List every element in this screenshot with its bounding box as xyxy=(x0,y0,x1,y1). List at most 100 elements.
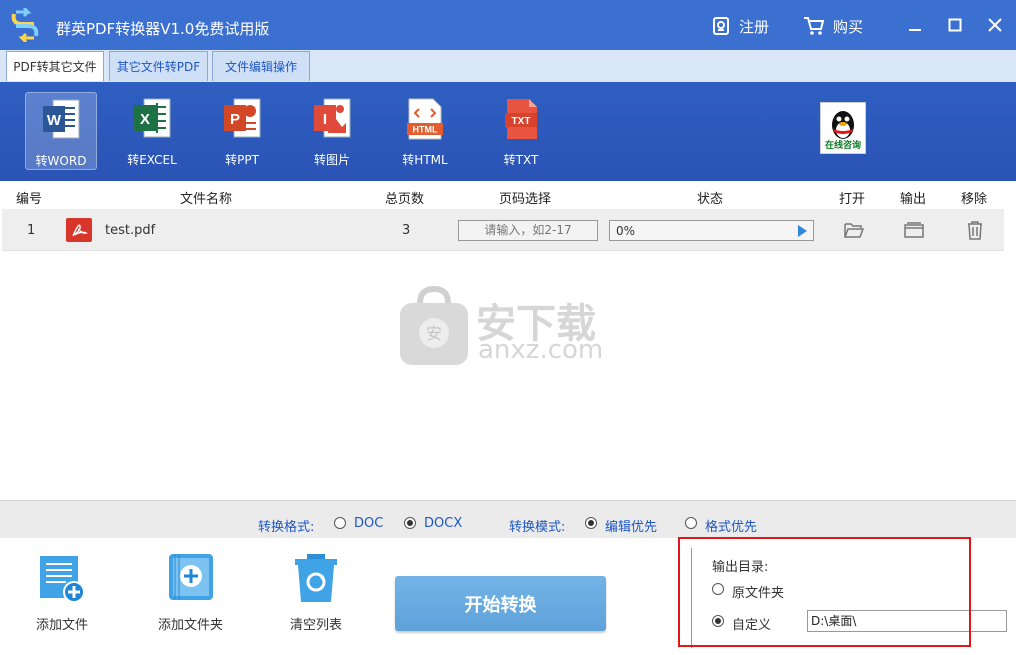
watermark-shield-icon: 安 xyxy=(400,285,468,365)
register-label: 注册 xyxy=(739,17,770,36)
output-original-folder-label[interactable]: 原文件夹 xyxy=(732,582,784,601)
format-doc-label[interactable]: DOC xyxy=(354,516,383,531)
format-doc-radio[interactable] xyxy=(334,517,346,529)
to-ppt-button[interactable]: P 转PPT xyxy=(206,92,278,170)
header-remove: 移除 xyxy=(961,192,988,207)
pdf-file-icon xyxy=(66,218,92,242)
output-original-folder-radio[interactable] xyxy=(712,583,724,595)
tab-file-edit[interactable]: 文件编辑操作 xyxy=(212,51,310,81)
mode-edit-first-radio[interactable] xyxy=(585,517,597,529)
tab-pdf-to-other[interactable]: PDF转其它文件 xyxy=(6,51,104,81)
bottom-panel: 添加文件 添加文件夹 清空列表 开始转换 输出目录: 原文件夹 自定义 D:\桌… xyxy=(0,538,1016,655)
app-title: 群英PDF转换器V1.0免费试用版 xyxy=(56,20,270,38)
register-icon xyxy=(713,17,729,35)
header-index: 编号 xyxy=(16,192,43,207)
to-txt-label: 转TXT xyxy=(503,153,539,167)
cart-icon xyxy=(804,17,825,35)
watermark: 安 安下载 anxz.com xyxy=(398,285,618,367)
minimize-button[interactable] xyxy=(904,14,926,36)
page-range-input[interactable]: 请输入，如2-17 xyxy=(458,220,598,241)
clear-list-icon xyxy=(295,554,337,602)
online-consult-label: 在线咨询 xyxy=(824,141,861,151)
mode-edit-first-label[interactable]: 编辑优先 xyxy=(605,516,657,535)
register-button[interactable]: 注册 xyxy=(711,14,769,38)
header-page-select: 页码选择 xyxy=(499,192,552,207)
svg-text:X: X xyxy=(140,111,150,128)
to-excel-button[interactable]: X 转EXCEL xyxy=(116,92,188,170)
clear-list-button[interactable]: 清空列表 xyxy=(290,552,342,633)
header-file-name: 文件名称 xyxy=(180,192,233,207)
image-icon: I xyxy=(314,98,351,138)
add-file-button[interactable]: 添加文件 xyxy=(36,552,88,633)
conversion-progress: 0% xyxy=(609,220,814,241)
add-file-icon xyxy=(40,556,85,603)
html-icon: HTML xyxy=(407,98,443,140)
online-consult-button[interactable]: 在线咨询 xyxy=(820,102,866,154)
maximize-icon xyxy=(948,18,962,32)
to-txt-button[interactable]: TXT 转TXT xyxy=(485,92,557,170)
output-custom-label[interactable]: 自定义 xyxy=(732,614,771,633)
header-open: 打开 xyxy=(839,192,866,207)
svg-text:I: I xyxy=(323,111,327,128)
row-total-pages: 3 xyxy=(402,223,411,238)
table-row[interactable]: 1 test.pdf 3 请输入，如2-17 0% xyxy=(2,209,1004,251)
buy-button[interactable]: 购买 xyxy=(803,14,863,38)
format-label: 转换格式: xyxy=(258,520,315,535)
output-folder-icon[interactable] xyxy=(903,219,925,241)
txt-icon: TXT xyxy=(505,99,537,139)
file-table-header: 编号 文件名称 总页数 页码选择 状态 打开 输出 移除 xyxy=(0,181,1016,209)
mode-format-first-radio[interactable] xyxy=(685,517,697,529)
svg-text:W: W xyxy=(47,112,62,129)
format-docx-label[interactable]: DOCX xyxy=(424,516,462,531)
add-folder-button[interactable]: 添加文件夹 xyxy=(158,552,223,633)
svg-text:P: P xyxy=(230,111,240,128)
maximize-button[interactable] xyxy=(944,14,966,36)
output-path-input[interactable]: D:\桌面\ xyxy=(807,610,1007,632)
progress-text: 0% xyxy=(616,224,636,238)
to-image-button[interactable]: I 转图片 xyxy=(296,92,368,170)
output-custom-radio[interactable] xyxy=(712,615,724,627)
excel-icon: X xyxy=(134,98,171,138)
format-docx-radio[interactable] xyxy=(404,517,416,529)
add-folder-icon xyxy=(168,554,213,600)
clear-list-label: 清空列表 xyxy=(290,618,343,633)
add-folder-label: 添加文件夹 xyxy=(158,618,224,633)
to-excel-label: 转EXCEL xyxy=(127,153,177,167)
row-index: 1 xyxy=(27,223,36,238)
app-logo-icon xyxy=(11,8,39,42)
tab-bar: PDF转其它文件 其它文件转PDF 文件编辑操作 xyxy=(0,50,1016,82)
to-word-label: 转WORD xyxy=(35,154,87,168)
add-file-label: 添加文件 xyxy=(36,618,89,633)
start-convert-button[interactable]: 开始转换 xyxy=(395,576,606,631)
to-html-label: 转HTML xyxy=(402,153,448,167)
svg-text:TXT: TXT xyxy=(512,116,531,127)
mode-label: 转换模式: xyxy=(509,520,566,535)
svg-text:安: 安 xyxy=(426,324,442,343)
header-status: 状态 xyxy=(697,192,724,207)
open-folder-icon[interactable] xyxy=(843,219,865,241)
mode-format-first-label[interactable]: 格式优先 xyxy=(705,516,757,535)
watermark-sub: anxz.com xyxy=(478,335,604,365)
buy-label: 购买 xyxy=(833,17,864,36)
to-html-button[interactable]: HTML 转HTML xyxy=(389,92,461,170)
play-icon[interactable] xyxy=(798,225,807,237)
output-directory-panel: 输出目录: 原文件夹 自定义 D:\桌面\ xyxy=(691,548,1016,648)
qq-penguin-icon xyxy=(832,111,854,139)
to-image-label: 转图片 xyxy=(313,153,350,167)
ppt-icon: P xyxy=(224,98,261,138)
output-dir-title: 输出目录: xyxy=(712,560,769,575)
row-file-name: test.pdf xyxy=(105,223,156,238)
minimize-icon xyxy=(909,29,921,31)
header-output: 输出 xyxy=(900,192,927,207)
svg-text:HTML: HTML xyxy=(413,125,438,135)
tab-other-to-pdf[interactable]: 其它文件转PDF xyxy=(109,51,208,81)
to-word-button[interactable]: W 转WORD xyxy=(25,92,97,170)
options-bar: 转换格式: DOC DOCX 转换模式: 编辑优先 格式优先 xyxy=(0,500,1016,538)
close-button[interactable] xyxy=(984,14,1006,36)
to-ppt-label: 转PPT xyxy=(225,153,259,167)
trash-icon[interactable] xyxy=(964,219,986,241)
close-icon xyxy=(988,18,1002,32)
title-bar: 群英PDF转换器V1.0免费试用版 注册 购买 xyxy=(0,0,1016,50)
header-total-pages: 总页数 xyxy=(385,192,425,207)
word-icon: W xyxy=(43,99,80,139)
